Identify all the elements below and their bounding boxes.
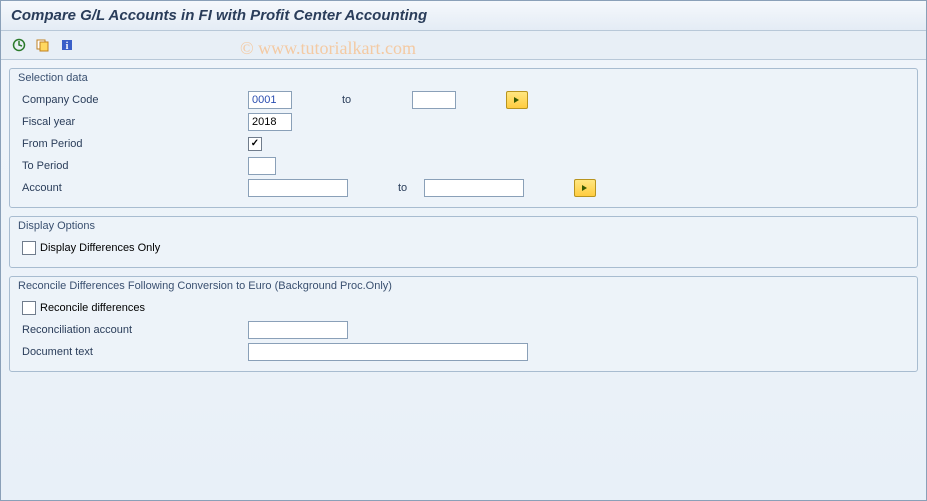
row-to-period: To Period xyxy=(10,155,917,177)
company-code-to-label: to xyxy=(292,94,412,106)
title-bar: Compare G/L Accounts in FI with Profit C… xyxy=(1,1,926,31)
group-selection-data: Selection data Company Code to Fiscal ye… xyxy=(9,68,918,208)
company-code-multi-select-button[interactable] xyxy=(506,91,528,109)
document-text-label: Document text xyxy=(18,346,248,358)
arrow-right-icon xyxy=(512,95,522,105)
variant-icon xyxy=(36,38,50,52)
row-account: Account to xyxy=(10,177,917,199)
group-title-display: Display Options xyxy=(10,217,917,237)
reconcile-diff-checkbox[interactable] xyxy=(22,301,36,315)
info-icon: i xyxy=(60,38,74,52)
page-title: Compare G/L Accounts in FI with Profit C… xyxy=(11,7,427,24)
to-period-label: To Period xyxy=(18,160,248,172)
from-period-label: From Period xyxy=(18,138,248,150)
row-from-period: From Period xyxy=(10,133,917,155)
app-window: Compare G/L Accounts in FI with Profit C… xyxy=(0,0,927,501)
reconcile-diff-label: Reconcile differences xyxy=(40,302,145,314)
document-text-input[interactable] xyxy=(248,343,528,361)
company-code-input[interactable] xyxy=(248,91,292,109)
info-button[interactable]: i xyxy=(57,35,77,55)
account-label: Account xyxy=(18,182,248,194)
group-display-options: Display Options Display Differences Only xyxy=(9,216,918,268)
svg-text:i: i xyxy=(66,41,69,52)
row-reconcile-account: Reconciliation account xyxy=(10,319,917,341)
account-multi-select-button[interactable] xyxy=(574,179,596,197)
row-document-text: Document text xyxy=(10,341,917,363)
fiscal-year-input[interactable] xyxy=(248,113,292,131)
clock-execute-icon xyxy=(12,38,26,52)
from-period-checkbox[interactable] xyxy=(248,137,262,151)
display-diff-checkbox[interactable] xyxy=(22,241,36,255)
reconcile-account-label: Reconciliation account xyxy=(18,324,248,336)
fiscal-year-label: Fiscal year xyxy=(18,116,248,128)
row-reconcile-diff: Reconcile differences xyxy=(10,297,917,319)
arrow-right-icon xyxy=(580,183,590,193)
variant-button[interactable] xyxy=(33,35,53,55)
display-diff-label: Display Differences Only xyxy=(40,242,160,254)
reconcile-account-input[interactable] xyxy=(248,321,348,339)
content-area: Selection data Company Code to Fiscal ye… xyxy=(1,60,926,388)
row-display-diff: Display Differences Only xyxy=(10,237,917,259)
to-period-input[interactable] xyxy=(248,157,276,175)
group-title-selection: Selection data xyxy=(10,69,917,89)
company-code-to-input[interactable] xyxy=(412,91,456,109)
execute-button[interactable] xyxy=(9,35,29,55)
group-reconcile: Reconcile Differences Following Conversi… xyxy=(9,276,918,372)
group-title-reconcile: Reconcile Differences Following Conversi… xyxy=(10,277,917,297)
account-to-input[interactable] xyxy=(424,179,524,197)
row-company-code: Company Code to xyxy=(10,89,917,111)
company-code-label: Company Code xyxy=(18,94,248,106)
toolbar: i xyxy=(1,31,926,60)
account-input[interactable] xyxy=(248,179,348,197)
row-fiscal-year: Fiscal year xyxy=(10,111,917,133)
